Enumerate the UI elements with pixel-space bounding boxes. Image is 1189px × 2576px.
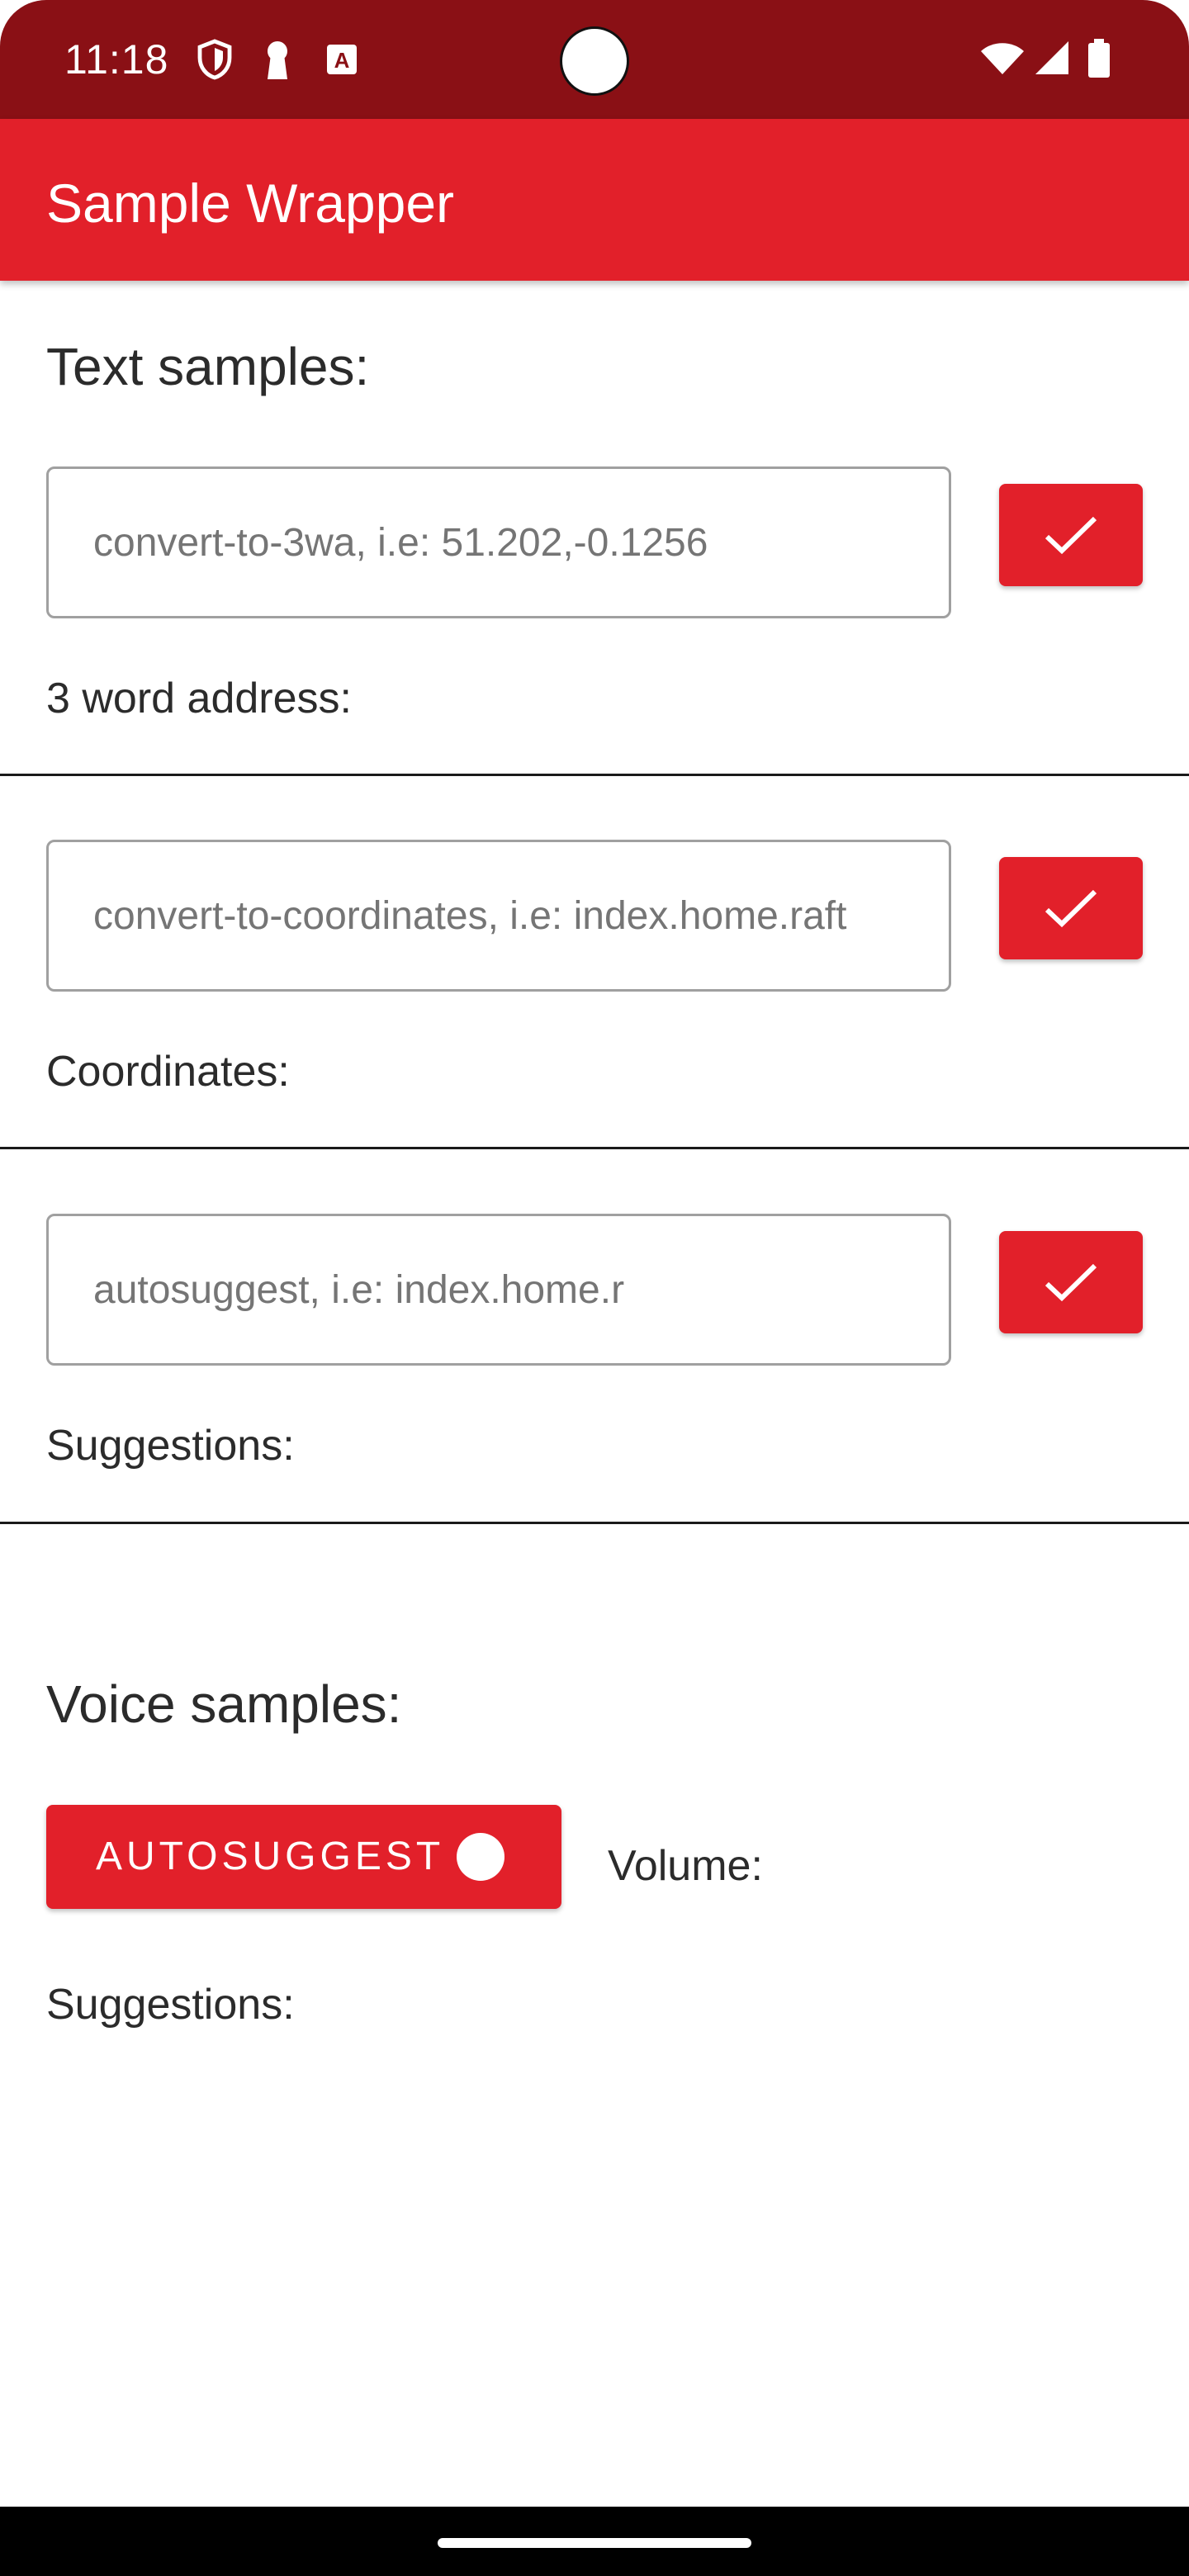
svg-text:A: A <box>334 48 350 73</box>
suggestions-label: Suggestions: <box>46 1422 295 1470</box>
status-time: 11:18 <box>64 36 169 83</box>
autosuggest-button[interactable] <box>999 1231 1143 1333</box>
voice-samples-heading: Voice samples: <box>46 1674 402 1734</box>
check-icon <box>1045 889 1097 928</box>
a-icon: A <box>324 38 363 81</box>
divider <box>0 774 1189 776</box>
toggle-knob <box>457 1833 504 1881</box>
convert-to-coordinates-input[interactable] <box>46 840 951 992</box>
navigation-bar <box>0 2507 1189 2576</box>
volume-label: Volume: <box>608 1842 763 1890</box>
convert-to-3wa-button[interactable] <box>999 484 1143 586</box>
convert-to-coordinates-button[interactable] <box>999 857 1143 959</box>
convert-to-3wa-input[interactable] <box>46 466 951 618</box>
autosuggest-input[interactable] <box>46 1214 951 1366</box>
divider <box>0 1147 1189 1149</box>
three-word-address-label: 3 word address: <box>46 675 352 722</box>
home-indicator[interactable] <box>438 2538 751 2548</box>
app-bar: Sample Wrapper <box>0 119 1189 281</box>
signal-icon <box>1032 38 1073 81</box>
voice-toggle-label: AUTOSUGGEST <box>96 1835 445 1878</box>
text-samples-heading: Text samples: <box>46 337 370 396</box>
app-title: Sample Wrapper <box>46 173 455 234</box>
camera-cutout <box>560 26 629 96</box>
check-icon <box>1045 516 1097 555</box>
coordinates-label: Coordinates: <box>46 1048 290 1096</box>
divider <box>0 1522 1189 1524</box>
screen: 11:18 A Sample Wrapper Text samples: con… <box>0 0 1189 2576</box>
keyhole-icon <box>261 38 301 81</box>
check-icon <box>1045 1263 1097 1302</box>
battery-icon <box>1087 38 1111 81</box>
status-bar: 11:18 A <box>0 0 1189 119</box>
shield-icon <box>195 38 234 81</box>
wifi-icon <box>979 38 1026 81</box>
autosuggest-voice-toggle[interactable]: AUTOSUGGEST <box>46 1805 561 1909</box>
voice-suggestions-label: Suggestions: <box>46 1981 295 2029</box>
